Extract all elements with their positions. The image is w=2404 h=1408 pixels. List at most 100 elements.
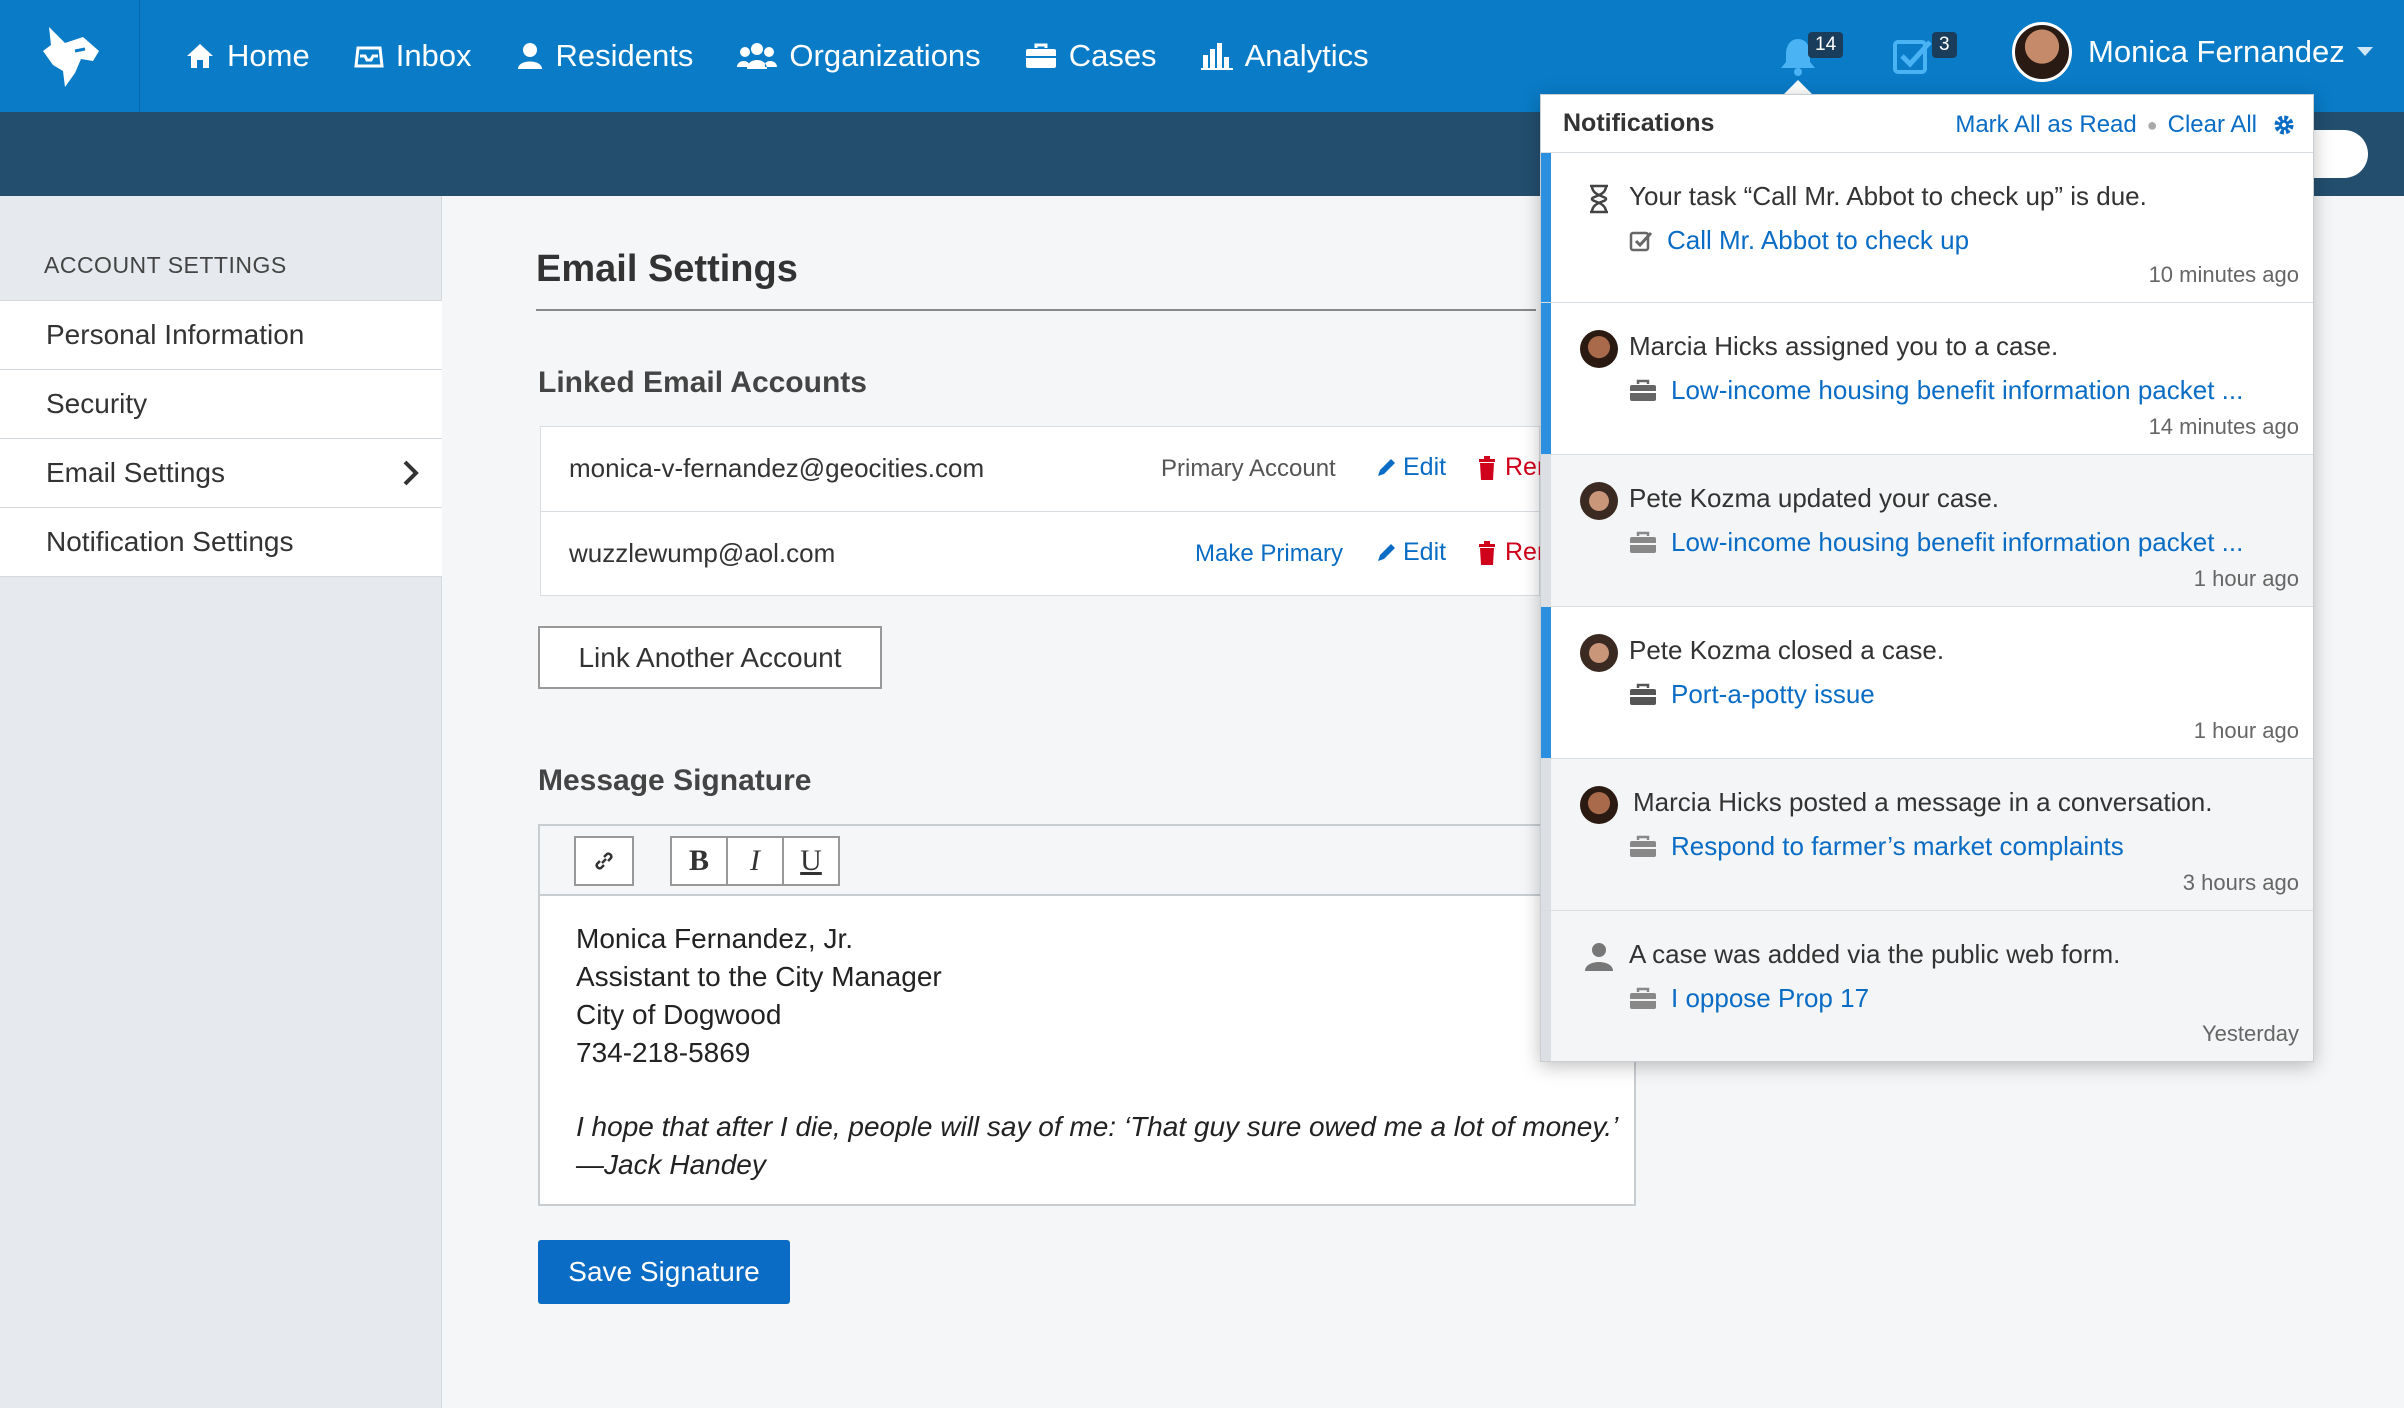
home-icon [187,44,213,68]
notification-text: Your task “Call Mr. Abbot to check up” i… [1629,181,2147,211]
avatar [2012,22,2072,82]
underline-button[interactable]: U [782,836,840,886]
notification-time: Yesterday [2201,1021,2299,1046]
notification-text: Marcia Hicks assigned you to a case. [1629,331,2059,361]
mark-all-read-link[interactable]: Mark All as Read [1955,111,2136,139]
user-menu[interactable]: Monica Fernandez [2012,22,2373,82]
bold-button[interactable]: B [670,836,728,886]
separator-dot: ● [2146,114,2158,135]
sidebar-menu: Personal Information Security Email Sett… [0,300,442,577]
signature-heading: Message Signature [538,764,812,797]
inbox-icon [354,46,384,68]
briefcase-icon [1630,987,1656,1009]
nav-analytics[interactable]: Analytics [1200,38,1369,74]
sidebar-item-label: Security [46,388,148,419]
notification-item[interactable]: A case was added via the public web form… [1541,911,2313,1061]
person-icon [1579,937,1619,977]
notification-item[interactable]: Pete Kozma updated your case. Low-income… [1541,455,2313,607]
nav-home-label: Home [227,38,310,73]
save-signature-button[interactable]: Save Signature [538,1240,790,1304]
remove-account-button[interactable]: Rer [1477,453,1545,482]
italic-label: I [750,844,760,877]
signature-line: City of Dogwood [576,999,782,1030]
nav-cases-label: Cases [1068,38,1157,73]
settings-sidebar: ACCOUNT SETTINGS Personal Information Se… [0,196,442,1408]
nav-organizations[interactable]: Organizations [737,38,981,74]
signature-body[interactable]: Monica Fernandez, Jr. Assistant to the C… [576,920,942,1072]
sidebar-item-security[interactable]: Security [0,370,442,439]
sidebar-item-email-settings[interactable]: Email Settings [0,439,442,508]
account-row: monica-v-fernandez@geocities.com Primary… [541,427,1545,511]
clear-all-link[interactable]: Clear All [2168,111,2257,139]
nav-cases[interactable]: Cases [1025,38,1157,74]
link-icon [595,852,613,870]
quote-line: I hope that after I die, people will say… [576,1111,1619,1142]
nav-inbox[interactable]: Inbox [354,38,472,74]
remove-account-button[interactable]: Rer [1477,538,1545,567]
unread-indicator [1541,607,1551,758]
notification-item[interactable]: Marcia Hicks assigned you to a case. Low… [1541,303,2313,455]
avatar-marcia [1579,785,1619,825]
notification-link[interactable]: Respond to farmer’s market complaints [1629,831,2124,862]
nav-inbox-label: Inbox [395,38,472,73]
notification-time: 1 hour ago [2193,718,2299,743]
notification-link[interactable]: I oppose Prop 17 [1629,983,1869,1014]
signature-quote[interactable]: I hope that after I die, people will say… [576,1108,1618,1184]
edit-account-button[interactable]: Edit [1375,453,1446,482]
notification-link-label: Call Mr. Abbot to check up [1667,225,1970,255]
notification-count-badge: 14 [1808,32,1844,58]
notification-link-label: I oppose Prop 17 [1671,983,1870,1013]
unread-indicator [1541,153,1551,302]
unread-indicator [1541,303,1551,454]
notification-time: 1 hour ago [2193,566,2299,591]
gear-icon[interactable] [2273,114,2295,136]
make-primary-link[interactable]: Make Primary [1195,540,1343,568]
briefcase-icon [1630,531,1656,553]
notification-link[interactable]: Low-income housing benefit information p… [1629,527,2243,558]
notification-text: Pete Kozma updated your case. [1629,483,2000,513]
linked-accounts-list: monica-v-fernandez@geocities.com Primary… [540,426,1545,596]
notification-item[interactable]: Marcia Hicks posted a message in a conve… [1541,759,2313,911]
signature-line: Assistant to the City Manager [576,961,942,992]
notification-link[interactable]: Call Mr. Abbot to check up [1629,225,1969,256]
signature-editor[interactable]: B I U Monica Fernandez, Jr. Assistant to… [538,824,1636,1206]
sidebar-item-notification-settings[interactable]: Notification Settings [0,508,442,577]
account-row: wuzzlewump@aol.com Make Primary Edit Rer [541,511,1545,595]
avatar-marcia [1579,329,1619,369]
notifications-title: Notifications [1563,109,1715,137]
trash-icon [1479,540,1495,565]
notification-time: 14 minutes ago [2148,414,2299,439]
task-check-icon [1893,40,1932,74]
notification-item[interactable]: Your task “Call Mr. Abbot to check up” i… [1541,153,2313,303]
nav-residents[interactable]: Residents [516,38,694,74]
sidebar-item-personal-information[interactable]: Personal Information [0,301,442,370]
task-count-badge: 3 [1932,32,1957,58]
avatar-pete [1579,481,1619,521]
linked-accounts-heading: Linked Email Accounts [538,366,867,399]
notifications-dropdown: Notifications Mark All as Read ● Clear A… [1540,94,2314,1062]
person-icon [517,43,542,69]
notification-link[interactable]: Low-income housing benefit information p… [1629,375,2243,406]
nav-residents-label: Residents [555,38,694,73]
edit-account-button[interactable]: Edit [1375,538,1446,567]
editor-toolbar: B I U [540,826,1634,896]
sidebar-item-label: Email Settings [46,457,225,488]
nav-analytics-label: Analytics [1244,38,1369,73]
read-indicator [1541,455,1551,606]
notification-item[interactable]: Pete Kozma closed a case. Port-a-potty i… [1541,607,2313,759]
notification-time: 10 minutes ago [2148,262,2299,287]
logo[interactable] [0,0,140,112]
pencil-icon [1378,458,1395,476]
notification-link-label: Port-a-potty issue [1671,679,1875,709]
notification-link[interactable]: Port-a-potty issue [1629,679,1875,710]
underline-label: U [800,844,822,877]
task-check-icon [1629,231,1653,251]
italic-button[interactable]: I [726,836,784,886]
notification-time: 3 hours ago [2182,870,2299,895]
main-nav: Home Inbox Residents Organizations Cases… [185,0,1413,112]
briefcase-icon [1630,683,1656,705]
insert-link-button[interactable] [574,836,634,886]
nav-home[interactable]: Home [185,38,310,74]
group-icon [737,43,778,69]
link-another-account-button[interactable]: Link Another Account [538,626,882,689]
